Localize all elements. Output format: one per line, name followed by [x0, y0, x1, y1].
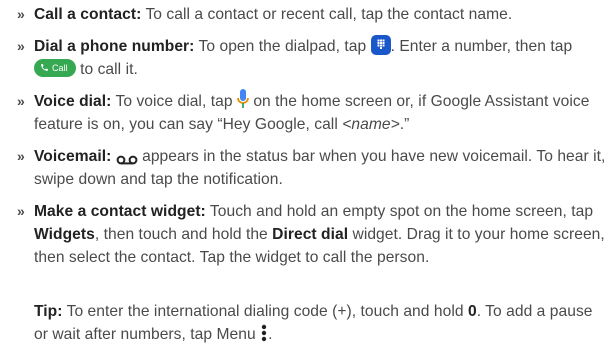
tip-term: Tip: [34, 303, 63, 320]
list-item-dial-number: » Dial a phone number: To open the dialp… [17, 34, 609, 81]
item-body: To open the dialpad, tap [194, 38, 371, 55]
bullet: » [17, 203, 25, 219]
item-term: Make a contact widget: [34, 203, 206, 220]
item-body: Touch and hold an empty spot on the home… [205, 203, 594, 220]
list-item-contact-widget: » Make a contact widget: Touch and hold … [17, 200, 609, 269]
microphone-icon [237, 88, 249, 111]
item-body: To call a contact or recent call, tap th… [141, 6, 513, 23]
dialpad-icon [370, 34, 391, 55]
menu-icon [260, 323, 268, 343]
voicemail-icon [116, 149, 138, 165]
item-text: Call a contact: To call a contact or rec… [17, 3, 609, 26]
item-body: .” [399, 116, 410, 133]
item-body: to call it. [75, 61, 138, 78]
item-body: , then touch and hold the [94, 226, 273, 243]
help-page: » Call a contact: To call a contact or r… [0, 0, 611, 350]
bullet: » [17, 148, 25, 164]
bullet: » [17, 6, 25, 22]
list-item-voice-dial: » Voice dial: To voice dial, tap on the … [17, 88, 609, 136]
widgets-term: Widgets [34, 226, 95, 243]
direct-dial-term: Direct dial [272, 226, 349, 243]
tip-body: To enter the international dialing code … [62, 303, 468, 320]
tip-paragraph: Tip: To enter the international dialing … [34, 300, 609, 346]
item-term: Voice dial: [34, 93, 112, 110]
item-term: Voicemail: [34, 148, 112, 165]
name-placeholder: <name> [342, 116, 400, 133]
bullet: » [17, 38, 25, 54]
call-button-label: Call [52, 62, 68, 73]
tip-body: . [268, 326, 273, 343]
bullet: » [17, 93, 25, 109]
item-text: Voicemail: appears in the status bar whe… [17, 145, 609, 191]
item-text: Dial a phone number: To open the dialpad… [17, 34, 609, 81]
item-text: Make a contact widget: Touch and hold an… [17, 200, 609, 269]
item-term: Dial a phone number: [34, 38, 195, 55]
item-body: . Enter a number, then tap [390, 38, 573, 55]
list-item-call-contact: » Call a contact: To call a contact or r… [17, 3, 609, 26]
zero-key: 0 [467, 303, 477, 320]
list-item-voicemail: » Voicemail: appears in the status bar w… [17, 145, 609, 191]
item-term: Call a contact: [34, 6, 142, 23]
phone-icon [41, 64, 48, 71]
call-button-image: Call [34, 58, 76, 77]
item-text: Voice dial: To voice dial, tap on the ho… [17, 88, 609, 136]
item-body: To voice dial, tap [111, 93, 237, 110]
